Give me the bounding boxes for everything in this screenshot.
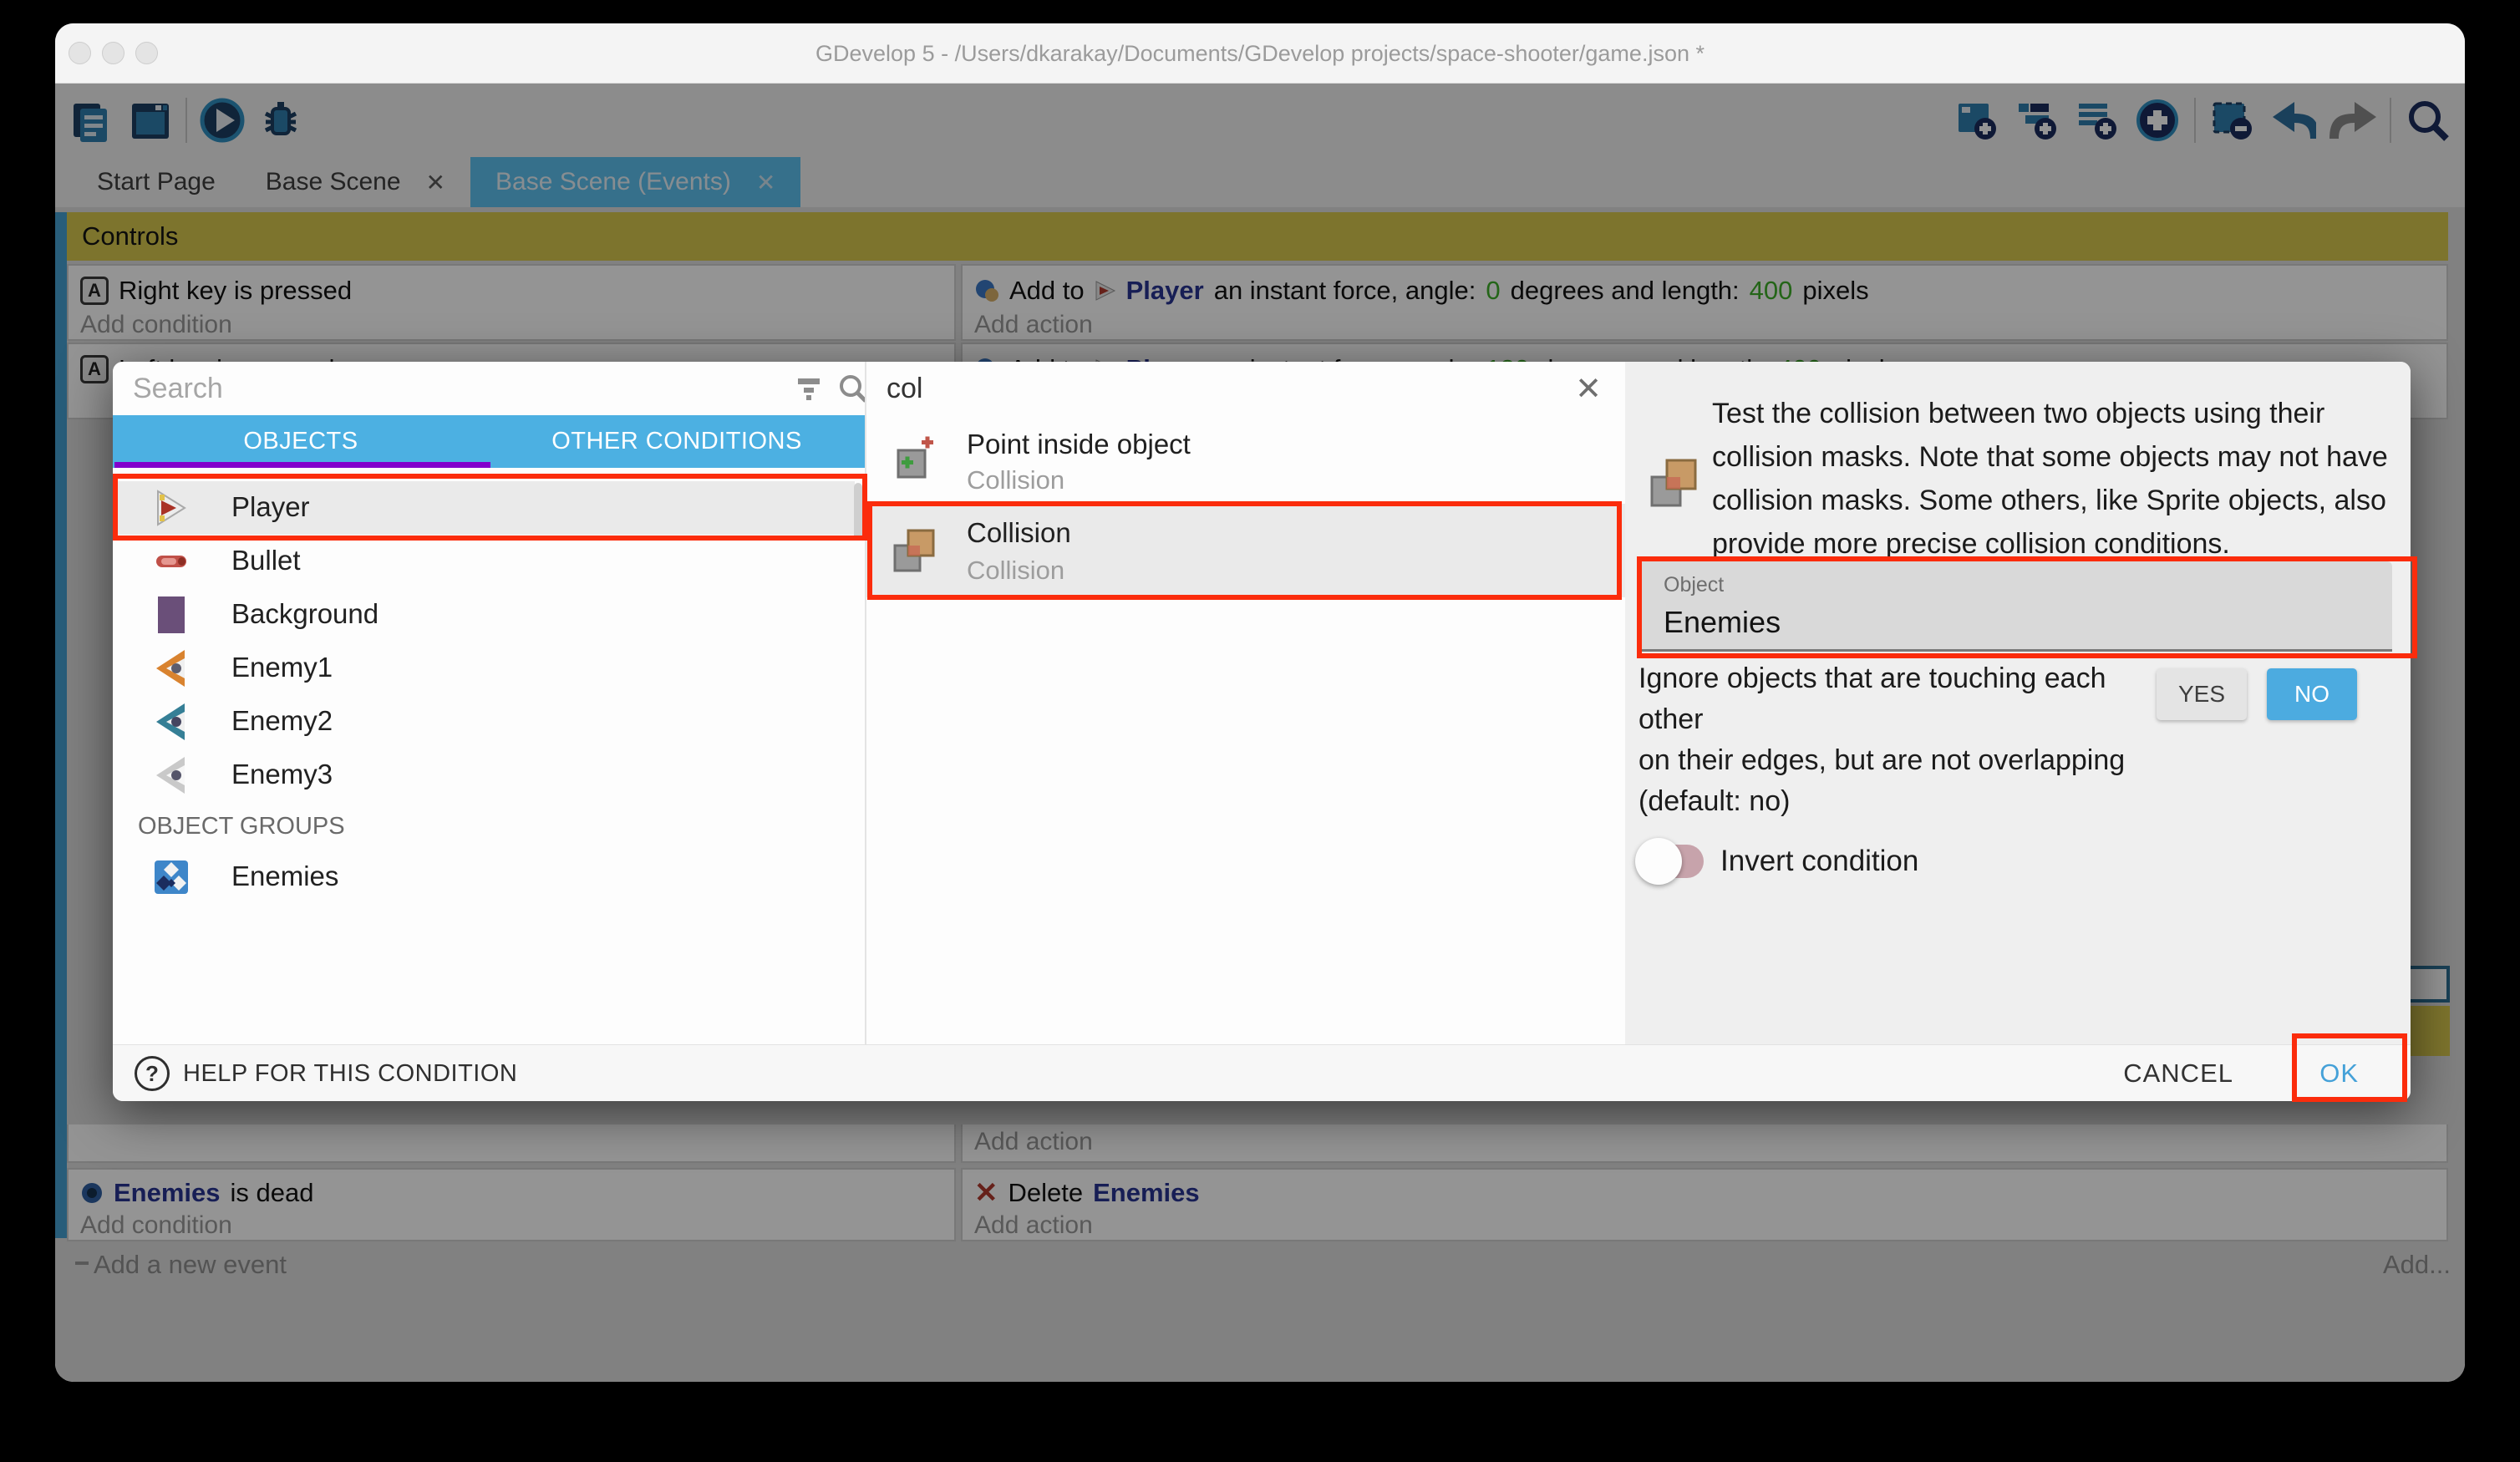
objects-search-row	[113, 362, 865, 415]
object-name: Enemy2	[231, 705, 333, 737]
collision-icon	[892, 524, 938, 581]
group-name: Enemies	[231, 860, 338, 892]
result-subtitle: Collision	[967, 465, 1064, 495]
object-field-value: Enemies	[1664, 605, 1781, 640]
object-name: Background	[231, 598, 379, 630]
result-title: Point inside object	[967, 429, 1191, 460]
result-subtitle: Collision	[967, 556, 1064, 586]
enemy2-ship-icon	[151, 702, 191, 742]
dialog-parameters-panel: Test the collision between two objects u…	[1625, 362, 2411, 1044]
background-icon	[151, 595, 191, 635]
gdevelop-window: GDevelop 5 - /Users/dkarakay/Documents/G…	[55, 23, 2465, 1382]
filter-icon[interactable]	[795, 373, 825, 408]
object-name: Player	[231, 491, 310, 523]
result-collision[interactable]: Collision Collision	[866, 504, 1625, 597]
object-row-player[interactable]: Player	[114, 481, 855, 535]
clear-search-icon[interactable]: ✕	[1575, 370, 1602, 408]
help-icon: ?	[135, 1056, 170, 1091]
enemies-group-icon	[151, 857, 191, 897]
title-bar: GDevelop 5 - /Users/dkarakay/Documents/G…	[55, 23, 2465, 84]
choose-condition-dialog: OBJECTS OTHER CONDITIONS Player Bullet	[113, 362, 2411, 1101]
object-row-enemy3[interactable]: Enemy3	[114, 749, 855, 802]
invert-condition-toggle[interactable]	[1639, 845, 1704, 878]
collision-icon	[1649, 452, 1702, 516]
tab-other-conditions[interactable]: OTHER CONDITIONS	[489, 415, 865, 468]
help-link[interactable]: ? HELP FOR THIS CONDITION	[135, 1045, 517, 1102]
enemy1-ship-icon	[151, 648, 191, 688]
object-name: Enemy3	[231, 759, 333, 790]
invert-condition-label: Invert condition	[1720, 845, 1918, 878]
active-tab-underline	[114, 462, 490, 468]
object-row-enemy1[interactable]: Enemy1	[114, 642, 855, 695]
object-row-background[interactable]: Background	[114, 588, 855, 642]
object-groups-header: OBJECT GROUPS	[138, 813, 556, 840]
object-name: Enemy1	[231, 652, 333, 683]
search-icon	[836, 372, 865, 409]
dialog-left-panel: OBJECTS OTHER CONDITIONS Player Bullet	[113, 362, 865, 1044]
object-field-label: Object	[1664, 573, 1724, 597]
no-button[interactable]: NO	[2267, 668, 2357, 720]
object-row-bullet[interactable]: Bullet	[114, 535, 855, 588]
tab-objects[interactable]: OBJECTS	[113, 415, 489, 468]
dialog-results-panel: ✕ Point inside object Collision Collisio…	[865, 362, 1625, 1044]
cancel-button[interactable]: CANCEL	[2123, 1045, 2233, 1102]
bullet-icon	[151, 541, 191, 581]
condition-search-row: ✕	[866, 362, 1625, 415]
ignore-edges-label: Ignore objects that are touching each ot…	[1639, 658, 2161, 822]
scrollbar-thumb[interactable]	[854, 483, 862, 540]
dialog-footer: ? HELP FOR THIS CONDITION CANCEL OK	[113, 1044, 2411, 1101]
result-title: Collision	[967, 517, 1071, 549]
object-name: Bullet	[231, 545, 301, 576]
object-parameter-field[interactable]: Object Enemies	[1639, 561, 2392, 652]
toggle-knob	[1635, 838, 1682, 885]
window-title: GDevelop 5 - /Users/dkarakay/Documents/G…	[55, 23, 2465, 84]
ok-button[interactable]: OK	[2319, 1045, 2359, 1102]
object-row-enemy2[interactable]: Enemy2	[114, 695, 855, 749]
condition-search-input[interactable]	[887, 368, 1471, 409]
objects-search-input[interactable]	[133, 368, 718, 409]
yes-button[interactable]: YES	[2157, 668, 2247, 720]
condition-description: Test the collision between two objects u…	[1712, 392, 2406, 566]
enemy3-ship-icon	[151, 755, 191, 795]
player-ship-icon	[151, 488, 191, 528]
group-row-enemies[interactable]: Enemies	[114, 850, 855, 904]
result-point-inside-object[interactable]: Point inside object Collision	[866, 422, 1625, 504]
condition-source-tabs: OBJECTS OTHER CONDITIONS	[113, 415, 865, 468]
point-inside-object-icon	[892, 434, 938, 488]
